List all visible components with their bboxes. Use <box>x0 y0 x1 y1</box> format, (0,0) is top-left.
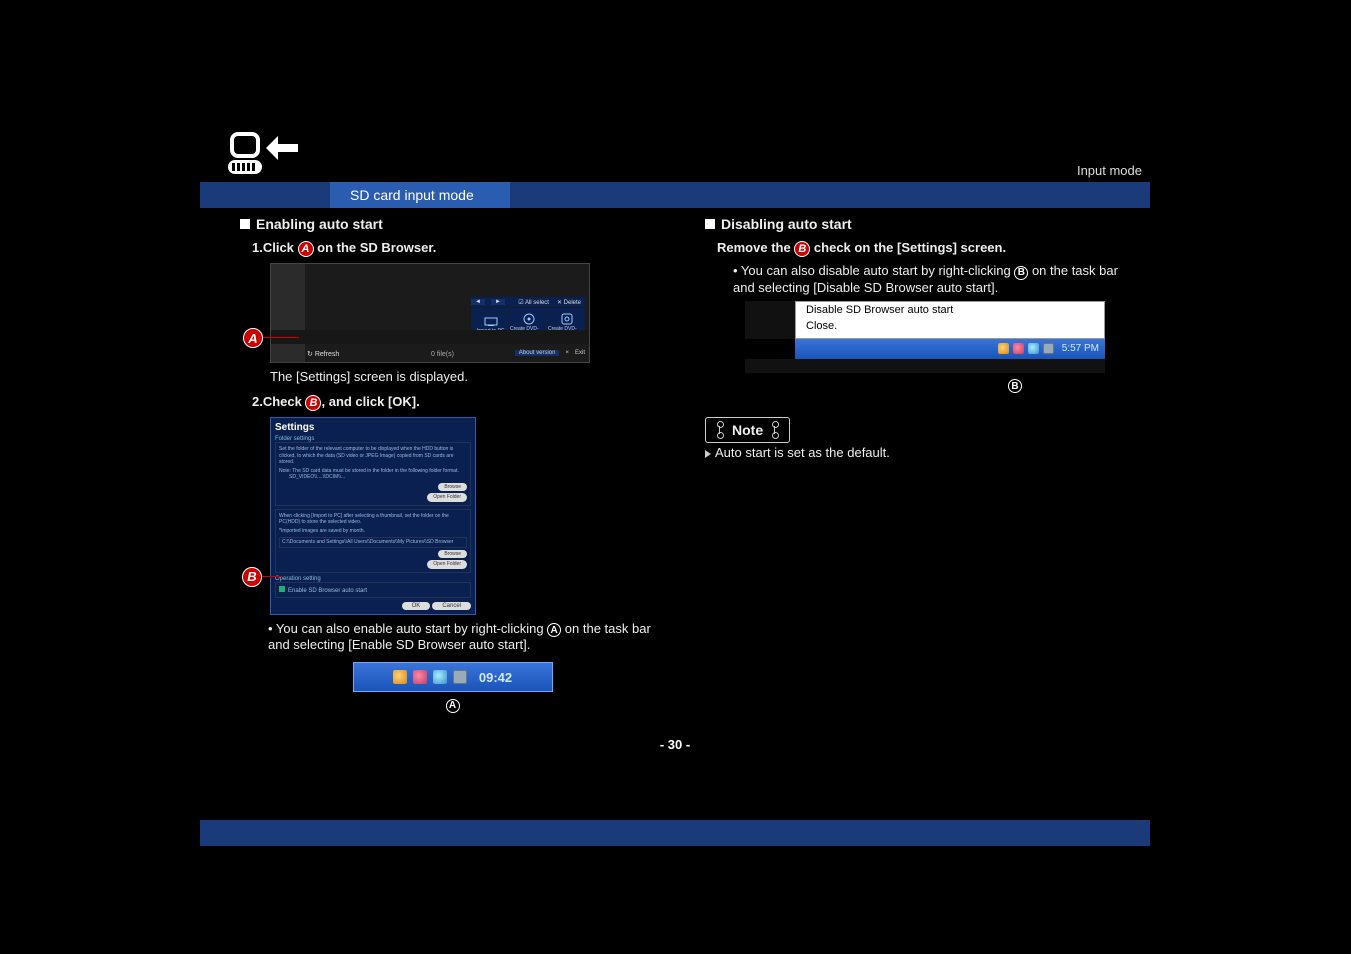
file-count: 0 file(s) <box>431 351 454 358</box>
hinge-icon-left <box>712 420 728 440</box>
ok-button[interactable]: OK <box>402 602 431 610</box>
tray-icon-4b[interactable] <box>1043 343 1054 354</box>
section-title: SD card input mode <box>330 182 510 208</box>
sd-browser-screenshot: ◄► ☑ All select ✕ Delete Import to PC Cr… <box>270 263 590 363</box>
marker-a-black: A <box>547 623 561 637</box>
open-folder-button[interactable]: Open Folder <box>427 493 467 502</box>
all-select-label: All select <box>525 300 549 306</box>
menu-disable-item[interactable]: Disable SD Browser auto start <box>796 302 1104 318</box>
step2-prefix: 2.Check <box>252 394 305 409</box>
footer-band <box>200 820 1150 846</box>
note-block: Note Auto start is set as the default. <box>705 399 1130 460</box>
operation-group: Enable SD Browser auto start <box>275 582 471 598</box>
step-2: 2.Check B, and click [OK]. <box>252 394 665 411</box>
taskbar-tray-2: 5:57 PM <box>795 339 1105 359</box>
browse-button-2[interactable]: Browse <box>438 550 467 559</box>
step1-suffix: on the SD Browser. <box>314 240 437 255</box>
marker-b-red-2: B <box>794 241 810 257</box>
tray-icon-3[interactable] <box>433 670 447 684</box>
tray-time: 09:42 <box>479 670 512 685</box>
marker-b-black: B <box>1014 266 1028 280</box>
disable-heading: Disabling auto start <box>705 216 1130 232</box>
tray-icon-2[interactable] <box>413 670 427 684</box>
triangle-icon <box>705 450 711 458</box>
settings-dialog: Settings Folder settings Set the folder … <box>270 417 476 615</box>
folder-group-2: When clicking [Import to PC] after selec… <box>275 509 471 573</box>
top-row: Input mode <box>200 130 1150 182</box>
disable-step: Remove the B check on the [Settings] scr… <box>717 240 1130 257</box>
enable-heading-text: Enabling auto start <box>256 216 383 232</box>
auto-start-label: Enable SD Browser auto start <box>288 588 367 594</box>
marker-b-black-2: B <box>1008 379 1022 393</box>
figure-context-menu: Disable SD Browser auto start Close. 5:5… <box>745 301 1105 394</box>
page-number: - 30 - <box>200 737 1150 752</box>
cancel-button[interactable]: Cancel <box>432 602 471 610</box>
disable-step-prefix: Remove the <box>717 240 794 255</box>
browser-top-row: ◄► ☑ All select ✕ Delete <box>471 297 585 307</box>
marker-b-red: B <box>305 395 321 411</box>
version-label: About version <box>515 350 560 356</box>
settings-title: Settings <box>275 422 471 433</box>
refresh-label: ↻ Refresh <box>307 350 339 358</box>
hinge-icon-right <box>767 420 783 440</box>
marker-a-black-2: A <box>446 699 460 713</box>
logo-area <box>200 130 330 182</box>
tray-time-2: 5:57 PM <box>1062 343 1099 354</box>
figure-tray-1: 09:42 A <box>353 662 553 713</box>
marker-a-red: A <box>298 241 314 257</box>
content: Enabling auto start 1.Click A on the SD … <box>200 208 1150 723</box>
auto-start-checkbox[interactable] <box>279 586 285 592</box>
disable-note: • You can also disable auto start by rig… <box>733 263 1130 295</box>
step2-suffix: , and click [OK]. <box>321 394 419 409</box>
context-menu: Disable SD Browser auto start Close. <box>795 301 1105 339</box>
figure-browser: ◄► ☑ All select ✕ Delete Import to PC Cr… <box>270 263 665 363</box>
disable-heading-text: Disabling auto start <box>721 216 852 232</box>
disable-step-suffix: check on the [Settings] screen. <box>810 240 1006 255</box>
browse-button[interactable]: Browse <box>438 483 467 492</box>
sd-arrow-icon <box>226 130 304 180</box>
tray-icon-4[interactable] <box>453 670 467 684</box>
tray-icon-1b[interactable] <box>998 343 1009 354</box>
step-1: 1.Click A on the SD Browser. <box>252 240 665 257</box>
delete-label: Delete <box>564 300 581 306</box>
page: Input mode SD card input mode Enabling a… <box>200 130 1150 752</box>
note-box: Note <box>705 417 790 443</box>
enable-note: • You can also enable auto start by righ… <box>268 621 665 653</box>
tray-icon-1[interactable] <box>393 670 407 684</box>
menu-close-item[interactable]: Close. <box>796 318 1104 334</box>
tray-icon-3b[interactable] <box>1028 343 1039 354</box>
callout-b: B <box>242 567 262 587</box>
header-area: Input mode <box>330 163 1150 182</box>
figure-settings: Settings Folder settings Set the folder … <box>270 417 665 615</box>
input-mode-label: Input mode <box>330 163 1150 182</box>
step1-prefix: 1.Click <box>252 240 298 255</box>
note-text: Auto start is set as the default. <box>705 445 1130 460</box>
note-label: Note <box>728 422 767 438</box>
right-column: Disabling auto start Remove the B check … <box>705 216 1130 723</box>
path-field[interactable]: C:\\Documents and Settings\\All Users\\D… <box>279 537 467 548</box>
folder-group-1: Set the folder of the relevant computer … <box>275 442 471 506</box>
left-column: Enabling auto start 1.Click A on the SD … <box>240 216 665 723</box>
title-band: SD card input mode <box>200 182 1150 208</box>
caption-1: The [Settings] screen is displayed. <box>270 369 665 384</box>
exit-label: Exit <box>575 350 585 356</box>
tray-icon-2b[interactable] <box>1013 343 1024 354</box>
open-folder-button-2[interactable]: Open Folder <box>427 560 467 569</box>
enable-heading: Enabling auto start <box>240 216 665 232</box>
taskbar-tray: 09:42 <box>353 662 553 692</box>
callout-a: A <box>243 328 263 348</box>
browser-bottom-row: About version × Exit <box>471 348 585 358</box>
